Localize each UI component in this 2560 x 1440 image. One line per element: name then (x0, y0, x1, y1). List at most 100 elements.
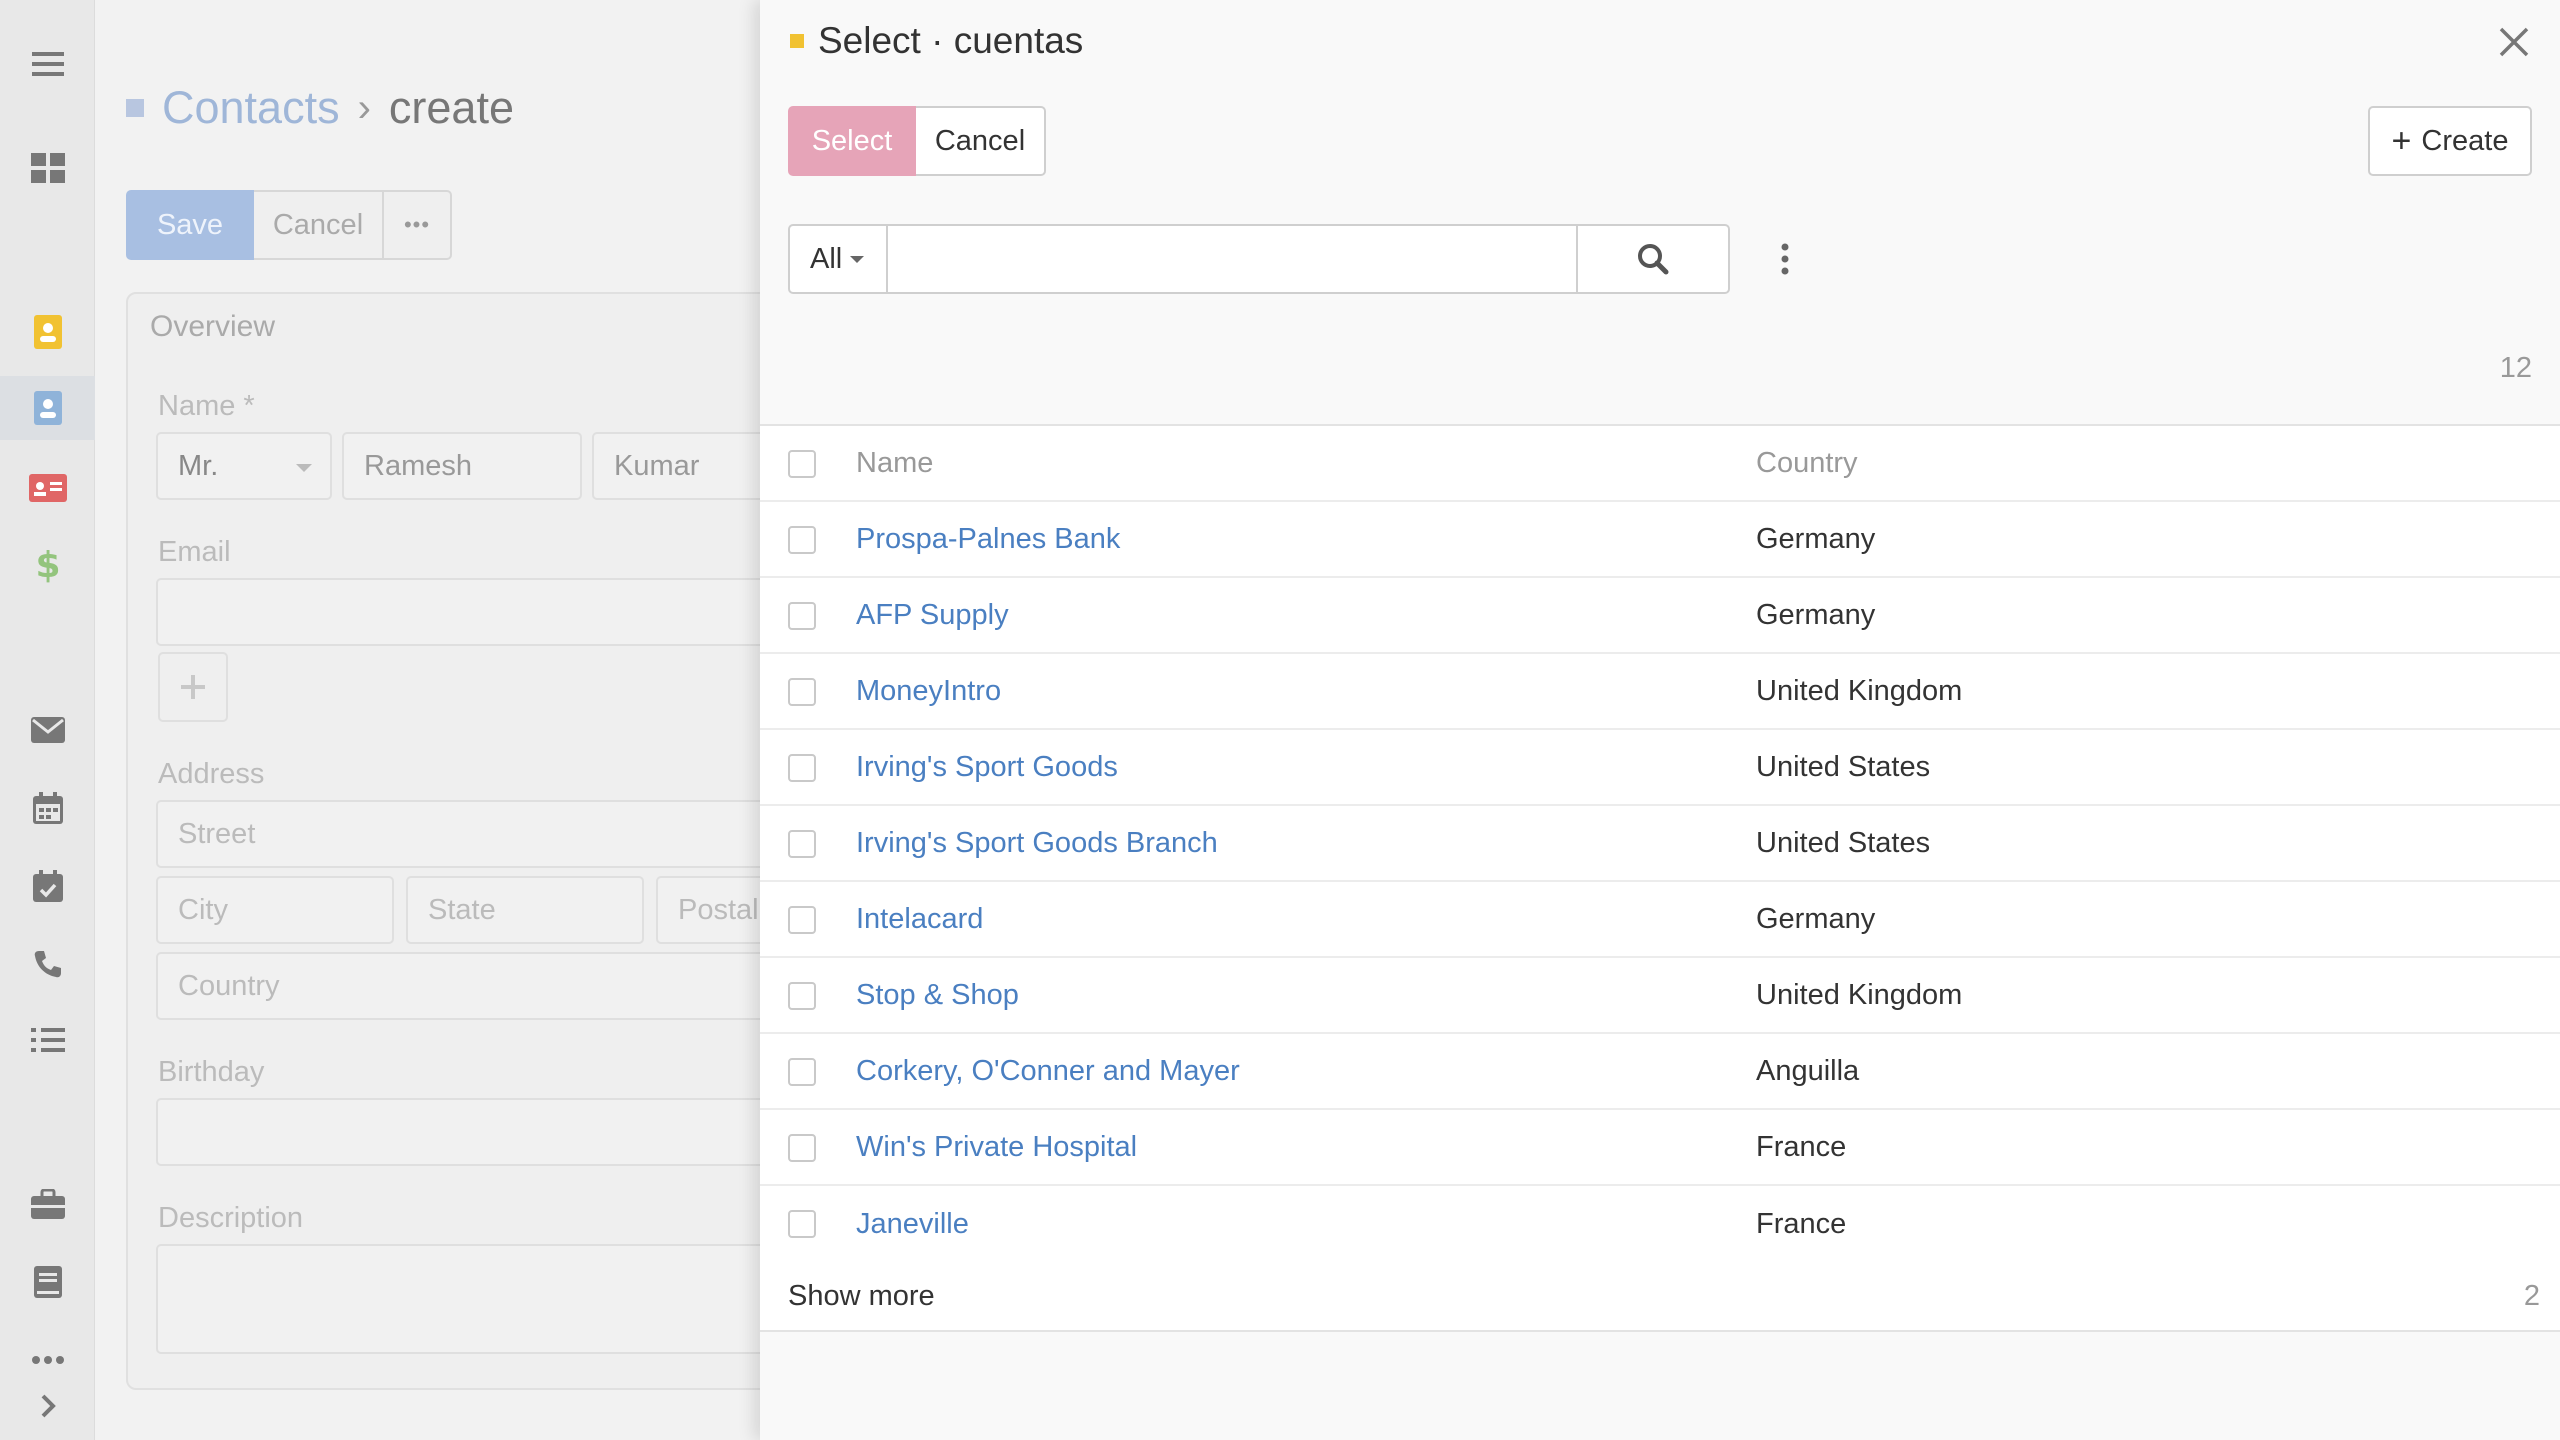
country-field[interactable]: Country (156, 952, 846, 1020)
id-card-icon (28, 474, 67, 502)
calendar-check-icon (32, 870, 63, 902)
sidebar-item-opportunities[interactable]: $ (0, 532, 95, 596)
phone-icon (34, 951, 61, 978)
menu-icon (31, 52, 64, 76)
row-checkbox[interactable] (788, 982, 816, 1010)
row-checkbox[interactable] (788, 754, 816, 782)
row-checkbox[interactable] (788, 906, 816, 934)
record-actions: Save Cancel ••• (126, 190, 452, 260)
account-name-link[interactable]: Corkery, O'Conner and Mayer (856, 1055, 1240, 1088)
column-header-name[interactable]: Name (856, 447, 933, 480)
account-name-link[interactable]: AFP Supply (856, 599, 1009, 632)
sidebar-item-tasks[interactable] (0, 1008, 95, 1072)
more-icon (31, 1356, 64, 1364)
account-name-link[interactable]: Irving's Sport Goods Branch (856, 827, 1218, 860)
expand-icon (41, 1394, 56, 1418)
sidebar: $ (0, 0, 95, 1440)
select-button[interactable]: Select (788, 106, 916, 176)
filter-options-button[interactable] (1770, 224, 1800, 294)
breadcrumb-parent-link[interactable]: Contacts (162, 82, 340, 134)
last-name-value: Kumar (614, 449, 700, 482)
row-checkbox[interactable] (788, 526, 816, 554)
sidebar-item-meetings[interactable] (0, 776, 95, 840)
sidebar-item-contact-book[interactable] (0, 300, 95, 364)
birthday-field[interactable] (156, 1098, 846, 1166)
salutation-value: Mr. (178, 449, 219, 482)
cancel-button[interactable]: Cancel (254, 190, 384, 260)
salutation-select[interactable]: Mr. (156, 432, 332, 500)
street-field[interactable]: Street (156, 800, 846, 868)
sidebar-item-contacts[interactable] (0, 376, 95, 440)
plus-icon: + (2391, 121, 2412, 160)
table-row: MoneyIntro United Kingdom (760, 654, 2560, 730)
account-country: France (1756, 1207, 1847, 1240)
filter-dropdown[interactable]: All (788, 224, 888, 294)
row-checkbox[interactable] (788, 830, 816, 858)
account-name-link[interactable]: Janeville (856, 1208, 969, 1241)
task-list-icon (30, 1028, 65, 1052)
street-placeholder: Street (178, 817, 256, 850)
account-name-link[interactable]: Win's Private Hospital (856, 1131, 1137, 1164)
select-records-modal: Select · cuentas Select Cancel + Create … (760, 0, 2560, 1440)
sidebar-item-tasks-calendar[interactable] (0, 854, 95, 918)
search-button[interactable] (1578, 224, 1730, 294)
menu-toggle-button[interactable] (0, 32, 95, 96)
row-checkbox[interactable] (788, 602, 816, 630)
dashboard-icon (30, 153, 65, 183)
row-checkbox[interactable] (788, 1210, 816, 1238)
row-checkbox[interactable] (788, 1134, 816, 1162)
modal-cancel-button[interactable]: Cancel (916, 106, 1046, 176)
create-button[interactable]: + Create (2368, 106, 2532, 176)
close-button[interactable] (2496, 24, 2532, 60)
account-name-link[interactable]: Irving's Sport Goods (856, 751, 1118, 784)
row-checkbox[interactable] (788, 1058, 816, 1086)
select-all-checkbox[interactable] (788, 450, 816, 478)
account-name-link[interactable]: Stop & Shop (856, 979, 1019, 1012)
sidebar-item-leads[interactable] (0, 456, 95, 520)
account-name-link[interactable]: Prospa-Palnes Bank (856, 523, 1120, 556)
account-country: Germany (1756, 522, 1876, 555)
sidebar-expand-button[interactable] (0, 1374, 95, 1438)
table-row: AFP Supply Germany (760, 578, 2560, 654)
chevron-down-icon (296, 464, 312, 472)
description-field[interactable] (156, 1244, 846, 1354)
email-field[interactable] (156, 578, 846, 646)
save-button[interactable]: Save (126, 190, 254, 260)
book-icon (33, 1266, 62, 1298)
first-name-value: Ramesh (364, 449, 472, 482)
mail-icon (30, 717, 65, 743)
sidebar-item-calls[interactable] (0, 932, 95, 996)
search-input[interactable] (888, 224, 1578, 294)
sidebar-item-email[interactable] (0, 698, 95, 762)
filter-value: All (810, 242, 843, 275)
description-label: Description (158, 1202, 304, 1234)
state-field[interactable]: State (406, 876, 644, 944)
sidebar-item-cases[interactable] (0, 1172, 95, 1236)
row-checkbox[interactable] (788, 678, 816, 706)
city-placeholder: City (178, 893, 228, 926)
birthday-label: Birthday (158, 1056, 265, 1088)
sidebar-item-knowledge-base[interactable] (0, 1250, 95, 1314)
address-label: Address (158, 758, 265, 790)
breadcrumb-current: create (388, 82, 514, 133)
table-row: Janeville France (760, 1186, 2560, 1262)
show-more-link[interactable]: Show more (788, 1280, 935, 1313)
account-name-link[interactable]: MoneyIntro (856, 675, 1001, 708)
contacts-icon (33, 391, 62, 425)
account-country: France (1756, 1130, 1847, 1163)
search-bar: All (788, 224, 1800, 294)
account-country: United Kingdom (1756, 674, 1963, 707)
breadcrumb-marker (126, 99, 144, 117)
breadcrumb: Contacts › create (126, 82, 514, 134)
plus-icon (181, 675, 205, 699)
account-name-link[interactable]: Intelacard (856, 903, 983, 936)
sidebar-item-dashboard[interactable] (0, 136, 95, 200)
first-name-field[interactable]: Ramesh (342, 432, 582, 500)
table-row: Corkery, O'Conner and Mayer Anguilla (760, 1034, 2560, 1110)
city-field[interactable]: City (156, 876, 394, 944)
add-email-button[interactable] (158, 652, 228, 722)
more-actions-button[interactable]: ••• (384, 190, 452, 260)
name-label: Name * (158, 390, 255, 422)
table-row: Prospa-Palnes Bank Germany (760, 502, 2560, 578)
table-row: Stop & Shop United Kingdom (760, 958, 2560, 1034)
